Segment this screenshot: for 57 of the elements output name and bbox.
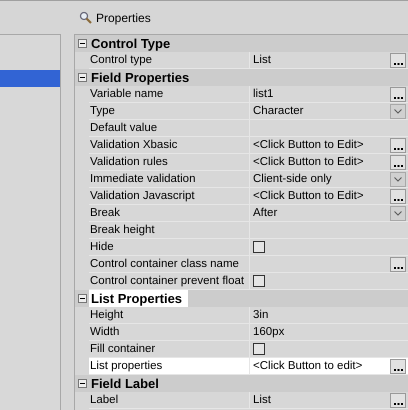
- property-value: <Click Button to Edit>: [253, 138, 364, 153]
- property-value: 160px: [253, 325, 284, 340]
- property-value: 3in: [253, 308, 268, 323]
- property-value: After: [253, 206, 278, 221]
- collapse-toggle[interactable]: [78, 379, 86, 388]
- property-value: List: [253, 393, 271, 408]
- ellipsis-button[interactable]: [390, 155, 406, 170]
- property-name: Height: [89, 307, 250, 323]
- panel-title: Properties: [96, 10, 151, 26]
- property-name: Break: [89, 205, 250, 221]
- caret-icon: [394, 211, 402, 216]
- property-name: Hide: [89, 239, 250, 255]
- property-name: List properties: [89, 358, 250, 374]
- property-value: Client-side only: [253, 172, 332, 187]
- section-title: Field Properties: [90, 69, 190, 86]
- property-name: Width: [89, 324, 250, 340]
- ellipsis-button[interactable]: [390, 138, 406, 153]
- property-value: List: [253, 53, 271, 68]
- collapse-toggle[interactable]: [78, 39, 86, 48]
- property-value: <Click Button to Edit>: [253, 155, 364, 170]
- property-value: <Click Button to Edit>: [253, 189, 364, 204]
- dropdown-button[interactable]: [390, 104, 406, 119]
- property-value: <Click Button to edit>: [253, 359, 362, 374]
- property-name: Validation rules: [89, 154, 250, 170]
- ellipsis-button[interactable]: [390, 393, 406, 408]
- search-icon: [79, 11, 92, 24]
- checkbox[interactable]: [253, 241, 265, 253]
- property-name: Control container class name: [89, 256, 250, 272]
- property-name: Validation Javascript: [89, 188, 250, 204]
- ellipsis-button[interactable]: [390, 257, 406, 272]
- ellipsis-button[interactable]: [390, 87, 406, 102]
- property-name: Validation Xbasic: [89, 137, 250, 153]
- property-name: Type: [89, 103, 250, 119]
- property-name: Control type: [89, 52, 250, 68]
- caret-icon: [394, 109, 402, 114]
- checkbox[interactable]: [253, 343, 265, 355]
- ellipsis-button[interactable]: [390, 359, 406, 374]
- section-title: Field Label: [90, 375, 160, 392]
- property-name: Fill container: [89, 341, 250, 357]
- dropdown-button[interactable]: [390, 172, 406, 187]
- checkbox[interactable]: [253, 275, 265, 287]
- property-name: Label: [89, 392, 250, 408]
- section-title: Control Type: [90, 35, 172, 52]
- property-name: Control container prevent float: [89, 273, 250, 289]
- collapse-toggle[interactable]: [78, 73, 86, 82]
- property-value: Character: [253, 104, 304, 119]
- ellipsis-button[interactable]: [390, 189, 406, 204]
- collapse-toggle[interactable]: [78, 294, 86, 303]
- property-value: list1: [253, 87, 274, 102]
- ellipsis-button[interactable]: [390, 53, 406, 68]
- caret-icon: [394, 177, 402, 182]
- section-title: List Properties: [89, 290, 188, 307]
- property-name: Default value: [89, 120, 250, 136]
- property-name: Break height: [89, 222, 250, 238]
- property-name: Variable name: [89, 86, 250, 102]
- dropdown-button[interactable]: [390, 206, 406, 221]
- property-name: Immediate validation: [89, 171, 250, 187]
